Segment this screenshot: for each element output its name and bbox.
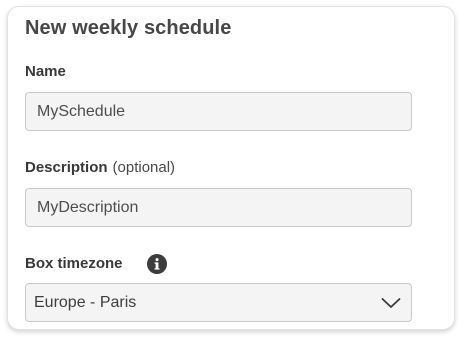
description-input[interactable] bbox=[25, 188, 412, 227]
description-label-text: Description bbox=[25, 159, 108, 176]
chevron-down-icon bbox=[381, 296, 401, 310]
timezone-selected-value: Europe - Paris bbox=[34, 294, 137, 311]
timezone-label: Box timezone bbox=[25, 255, 123, 272]
form-title: New weekly schedule bbox=[25, 17, 232, 39]
new-schedule-card: New weekly schedule Name Description(opt… bbox=[7, 6, 455, 330]
name-label-text: Name bbox=[25, 63, 66, 80]
timezone-label-text: Box timezone bbox=[25, 255, 123, 272]
name-input[interactable] bbox=[25, 92, 412, 131]
name-label: Name bbox=[25, 63, 66, 80]
description-label: Description (optional) bbox=[25, 159, 175, 176]
timezone-select[interactable]: Europe - Paris bbox=[25, 283, 412, 322]
info-icon[interactable] bbox=[147, 254, 167, 274]
description-optional-hint: (optional) bbox=[112, 159, 176, 176]
